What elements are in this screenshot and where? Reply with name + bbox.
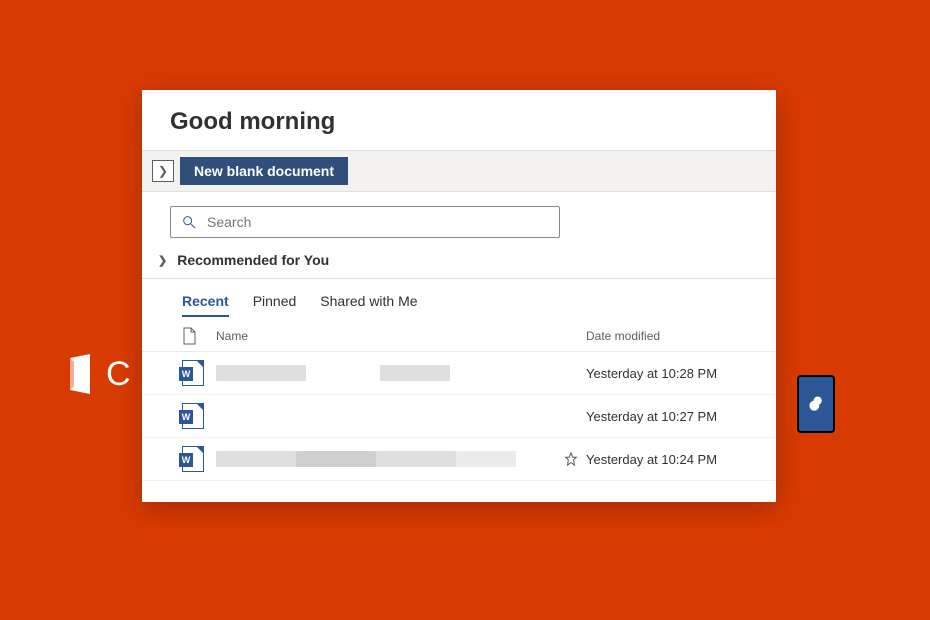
file-date: Yesterday at 10:27 PM [586, 409, 736, 424]
file-date: Yesterday at 10:24 PM [586, 452, 736, 467]
recommended-section-header[interactable]: ❯ Recommended for You [142, 246, 776, 279]
template-bar: ❯ New blank document [142, 150, 776, 192]
file-row[interactable]: W Yesterday at 10:24 PM [142, 438, 776, 481]
file-date: Yesterday at 10:28 PM [586, 366, 736, 381]
file-row[interactable]: W Yesterday at 10:28 PM [142, 352, 776, 395]
file-name [216, 365, 556, 382]
office-logo: C [60, 350, 131, 398]
column-header-name[interactable]: Name [216, 329, 556, 343]
expand-templates-button[interactable]: ❯ [152, 160, 174, 182]
pin-icon[interactable] [556, 452, 586, 466]
chevron-right-icon: ❯ [158, 164, 168, 178]
file-name [216, 451, 556, 468]
search-row [142, 192, 776, 246]
office-icon [60, 350, 100, 398]
column-header-date[interactable]: Date modified [586, 329, 736, 343]
word-start-window: Good morning ❯ New blank document ❯ Reco… [142, 90, 776, 502]
office-letter: C [106, 355, 131, 394]
chevron-right-icon: ❯ [158, 254, 167, 267]
file-tabs: Recent Pinned Shared with Me [142, 279, 776, 317]
search-icon [181, 214, 197, 230]
page-title: Good morning [142, 90, 776, 150]
new-blank-document-button[interactable]: New blank document [180, 157, 348, 185]
tab-recent[interactable]: Recent [182, 293, 229, 317]
tab-pinned[interactable]: Pinned [253, 293, 297, 317]
search-box[interactable] [170, 206, 560, 238]
document-icon [182, 327, 196, 345]
word-doc-icon: W [182, 446, 204, 472]
recommended-label: Recommended for You [177, 252, 329, 268]
search-input[interactable] [207, 214, 549, 230]
word-doc-icon: W [182, 360, 204, 386]
phone-widget-icon [797, 375, 835, 433]
word-doc-icon: W [182, 403, 204, 429]
tab-shared[interactable]: Shared with Me [320, 293, 417, 317]
file-row[interactable]: W Yesterday at 10:27 PM [142, 395, 776, 438]
file-list-header: Name Date modified [142, 317, 776, 352]
